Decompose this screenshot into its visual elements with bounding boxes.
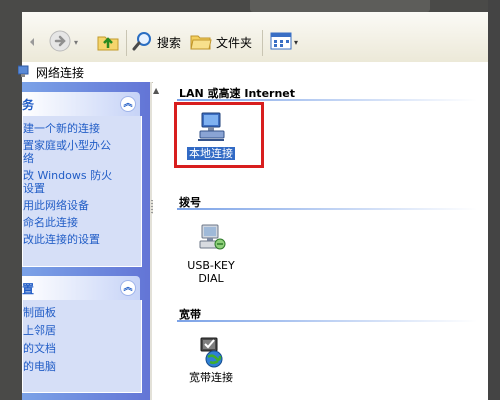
connection-label-broadband: 宽带连接 <box>189 371 233 384</box>
other-places-title: 置 <box>22 281 35 296</box>
place-network-places[interactable]: 上邻居 <box>23 322 141 340</box>
place-control-panel[interactable]: 制面板 <box>23 300 141 322</box>
up-folder-icon <box>96 29 120 56</box>
views-button[interactable]: ▾ <box>270 31 298 54</box>
forward-button[interactable]: ▾ <box>48 29 78 56</box>
up-folder-button[interactable] <box>96 29 120 56</box>
section-divider <box>177 99 477 101</box>
place-my-computer[interactable]: 的电脑 <box>23 358 141 375</box>
toolbar: ▾ 搜索 文件夹 ▾ <box>22 12 488 63</box>
forward-arrow-icon <box>48 29 72 56</box>
task-create-connection[interactable]: 建一个新的连接 <box>23 116 141 137</box>
dialup-connection-icon <box>194 224 228 259</box>
views-icon <box>270 31 292 54</box>
views-dropdown-icon[interactable]: ▾ <box>294 38 298 47</box>
background-window-edge <box>250 0 430 12</box>
broadband-connection-icon <box>194 337 228 371</box>
task-firewall-settings[interactable]: 改 Windows 防火设置 <box>23 167 123 197</box>
folders-label: 文件夹 <box>216 36 253 50</box>
back-arrow-icon <box>28 34 42 53</box>
toolbar-separator <box>262 30 263 56</box>
section-divider <box>177 320 477 322</box>
task-rename-connection[interactable]: 命名此连接 <box>23 214 141 231</box>
window-frame-left <box>0 0 22 400</box>
section-divider <box>177 208 477 210</box>
connection-usb-key-dial[interactable]: USB-KEY DIAL <box>183 222 239 285</box>
connection-label-usb-key: USB-KEY <box>187 259 235 272</box>
toolbar-separator <box>126 30 127 56</box>
task-pane: 务 ︽ 建一个新的连接 置家庭或小型办公络 改 Windows 防火设置 用此网… <box>22 82 150 400</box>
network-tasks-header[interactable]: 务 ︽ <box>22 92 140 116</box>
search-button[interactable]: 搜索 <box>132 30 181 55</box>
search-icon <box>132 30 154 55</box>
task-disable-device[interactable]: 用此网络设备 <box>23 197 141 214</box>
pane-splitter[interactable] <box>150 82 152 400</box>
connection-label-dial: DIAL <box>198 272 224 285</box>
search-label: 搜索 <box>157 36 182 50</box>
task-setup-home-network[interactable]: 置家庭或小型办公络 <box>23 137 123 167</box>
folder-icon <box>190 30 212 55</box>
scroll-up-icon[interactable]: ▲ <box>153 86 159 95</box>
network-folder-icon <box>17 64 30 81</box>
connection-broadband[interactable]: 宽带连接 <box>183 334 239 384</box>
address-text: 网络连接 <box>36 65 85 80</box>
network-tasks-title: 务 <box>22 97 35 112</box>
folders-button[interactable]: 文件夹 <box>190 30 252 55</box>
network-tasks-list: 建一个新的连接 置家庭或小型办公络 改 Windows 防火设置 用此网络设备 … <box>22 116 142 267</box>
chevron-up-icon[interactable]: ︽ <box>120 280 136 296</box>
window-frame-right <box>488 0 500 400</box>
back-button[interactable] <box>28 34 42 53</box>
forward-dropdown-icon[interactable]: ▾ <box>74 38 78 47</box>
chevron-up-icon[interactable]: ︽ <box>120 96 136 112</box>
task-change-settings[interactable]: 改此连接的设置 <box>23 231 141 248</box>
red-highlight-box <box>174 102 264 168</box>
other-places-list: 制面板 上邻居 的文档 的电脑 <box>22 300 142 393</box>
place-my-documents[interactable]: 的文档 <box>23 340 141 358</box>
other-places-header[interactable]: 置 ︽ <box>22 276 140 300</box>
address-bar[interactable]: 网络连接 <box>17 62 488 83</box>
